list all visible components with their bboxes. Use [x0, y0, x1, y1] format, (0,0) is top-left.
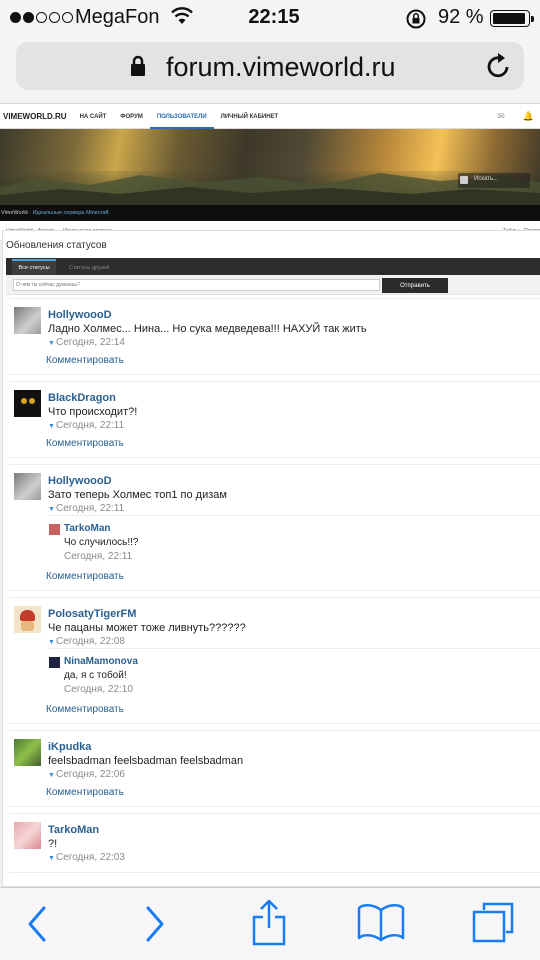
comment-author[interactable]: NinaMamonova — [64, 656, 138, 667]
comment-link[interactable]: Комментировать — [46, 787, 124, 798]
site-subtitle-bar: VimeWorld · Идеальные сервера Minecraft — [0, 205, 540, 221]
comment-link[interactable]: Комментировать — [46, 438, 124, 449]
comment-text: Чо случилось!!? — [64, 537, 139, 548]
avatar[interactable] — [14, 822, 41, 849]
status-feed: HollywoooD Ладно Холмес... Нина... Но су… — [3, 298, 540, 873]
status-author[interactable]: BlackDragon — [48, 392, 116, 404]
comment-link[interactable]: Комментировать — [46, 704, 124, 715]
avatar[interactable] — [14, 606, 41, 633]
lock-icon — [131, 55, 145, 76]
battery-icon — [490, 10, 534, 27]
tab-friends-statuses[interactable]: Статусы друзей — [69, 261, 109, 275]
status-author[interactable]: HollywoooD — [48, 475, 112, 487]
status-text: Зато теперь Холмес топ1 по дизам — [48, 489, 227, 501]
status-time: Сегодня, 22:14 — [56, 337, 125, 348]
comment-time: Сегодня, 22:10 — [64, 684, 133, 695]
tab-all-statuses[interactable]: Все статусы — [12, 259, 56, 275]
status-text: Че пацаны может тоже ливнуть?????? — [48, 622, 246, 634]
reload-icon[interactable] — [486, 52, 512, 80]
comment-link[interactable]: Комментировать — [46, 571, 124, 582]
status-item: TarkoMan ?! ▼Сегодня, 22:03 — [9, 813, 540, 873]
status-item: HollywoooD Ладно Холмес... Нина... Но су… — [9, 298, 540, 375]
avatar[interactable] — [49, 524, 60, 535]
search-icon — [460, 176, 468, 184]
mail-icon[interactable]: ✉ — [497, 111, 505, 122]
expand-icon[interactable]: ▼ — [48, 506, 55, 513]
status-text: Что происходит?! — [48, 406, 138, 418]
comment-time: Сегодня, 22:11 — [64, 551, 133, 562]
expand-icon[interactable]: ▼ — [48, 855, 55, 862]
expand-icon[interactable]: ▼ — [48, 340, 55, 347]
status-time: Сегодня, 22:03 — [56, 852, 125, 863]
status-item: BlackDragon Что происходит?! ▼Сегодня, 2… — [9, 381, 540, 458]
status-item: PolosatyTigerFM Че пацаны может тоже лив… — [9, 597, 540, 724]
nav-item-users[interactable]: ПОЛЬЗОВАТЕЛИ — [149, 105, 214, 129]
status-author[interactable]: TarkoMan — [48, 824, 99, 836]
status-input[interactable] — [13, 279, 380, 291]
comment-item: NinaMamonova да, я с тобой! Сегодня, 22:… — [49, 648, 540, 698]
address-bar[interactable]: forum.vimeworld.ru — [16, 42, 524, 90]
status-time: Сегодня, 22:11 — [56, 420, 125, 431]
site-banner: Искать... — [0, 129, 540, 205]
status-tabs: Все статусы Статусы друзей — [6, 258, 540, 275]
avatar[interactable] — [49, 657, 60, 668]
comment-item: TarkoMan Чо случилось!!? Сегодня, 22:11 — [49, 515, 540, 565]
status-author[interactable]: PolosatyTigerFM — [48, 608, 136, 620]
orientation-lock-icon — [406, 9, 426, 29]
comment-link[interactable]: Комментировать — [46, 355, 124, 366]
status-item: iKpudka feelsbadman feelsbadman feelsbad… — [9, 730, 540, 807]
status-updates-panel: Обновления статусов Все статусы Статусы … — [2, 230, 540, 887]
nav-item-cabinet[interactable]: ЛИЧНЫЙ КАБИНЕТ — [214, 105, 286, 129]
back-icon[interactable] — [24, 904, 50, 944]
avatar[interactable] — [14, 307, 41, 334]
battery-percentage: 92 % — [438, 6, 484, 28]
avatar[interactable] — [14, 390, 41, 417]
browser-address-area: forum.vimeworld.ru — [0, 36, 540, 104]
tabs-icon[interactable] — [470, 900, 516, 944]
share-icon[interactable] — [250, 898, 288, 946]
page-title: Обновления статусов — [6, 240, 107, 251]
nav-item-forum[interactable]: ФОРУМ — [113, 105, 149, 129]
status-author[interactable]: iKpudka — [48, 741, 91, 753]
status-item: HollywoooD Зато теперь Холмес топ1 по ди… — [9, 464, 540, 591]
status-text: feelsbadman feelsbadman feelsbadman — [48, 755, 244, 767]
browser-toolbar — [0, 887, 540, 960]
avatar[interactable] — [14, 473, 41, 500]
forward-icon[interactable] — [142, 904, 168, 944]
address-url: forum.vimeworld.ru — [166, 52, 396, 82]
status-text: Ладно Холмес... Нина... Но сука медведев… — [48, 323, 367, 335]
status-author[interactable]: HollywoooD — [48, 309, 112, 321]
expand-icon[interactable]: ▼ — [48, 772, 55, 779]
nav-item-site[interactable]: НА САЙТ — [73, 105, 114, 129]
status-time: Сегодня, 22:08 — [56, 636, 125, 647]
comment-text: да, я с тобой! — [64, 670, 127, 681]
expand-icon[interactable]: ▼ — [48, 423, 55, 430]
status-compose: Отправить — [6, 275, 540, 295]
forum-search-input[interactable]: Искать... — [458, 173, 530, 188]
status-time: Сегодня, 22:11 — [56, 503, 125, 514]
bell-icon[interactable]: 🔔 — [523, 111, 534, 122]
site-logo[interactable]: VIMEWORLD.RU — [0, 112, 73, 121]
bookmarks-icon[interactable] — [357, 902, 405, 942]
comment-author[interactable]: TarkoMan — [64, 523, 111, 534]
status-bar: MegaFon 22:15 92 % — [0, 0, 540, 36]
avatar[interactable] — [14, 739, 41, 766]
status-time: Сегодня, 22:06 — [56, 769, 125, 780]
status-text: ?! — [48, 838, 58, 850]
web-page: VIMEWORLD.RU НА САЙТ ФОРУМ ПОЛЬЗОВАТЕЛИ … — [0, 105, 540, 887]
site-top-nav: VIMEWORLD.RU НА САЙТ ФОРУМ ПОЛЬЗОВАТЕЛИ … — [0, 105, 540, 129]
expand-icon[interactable]: ▼ — [48, 639, 55, 646]
send-button[interactable]: Отправить — [382, 278, 448, 293]
